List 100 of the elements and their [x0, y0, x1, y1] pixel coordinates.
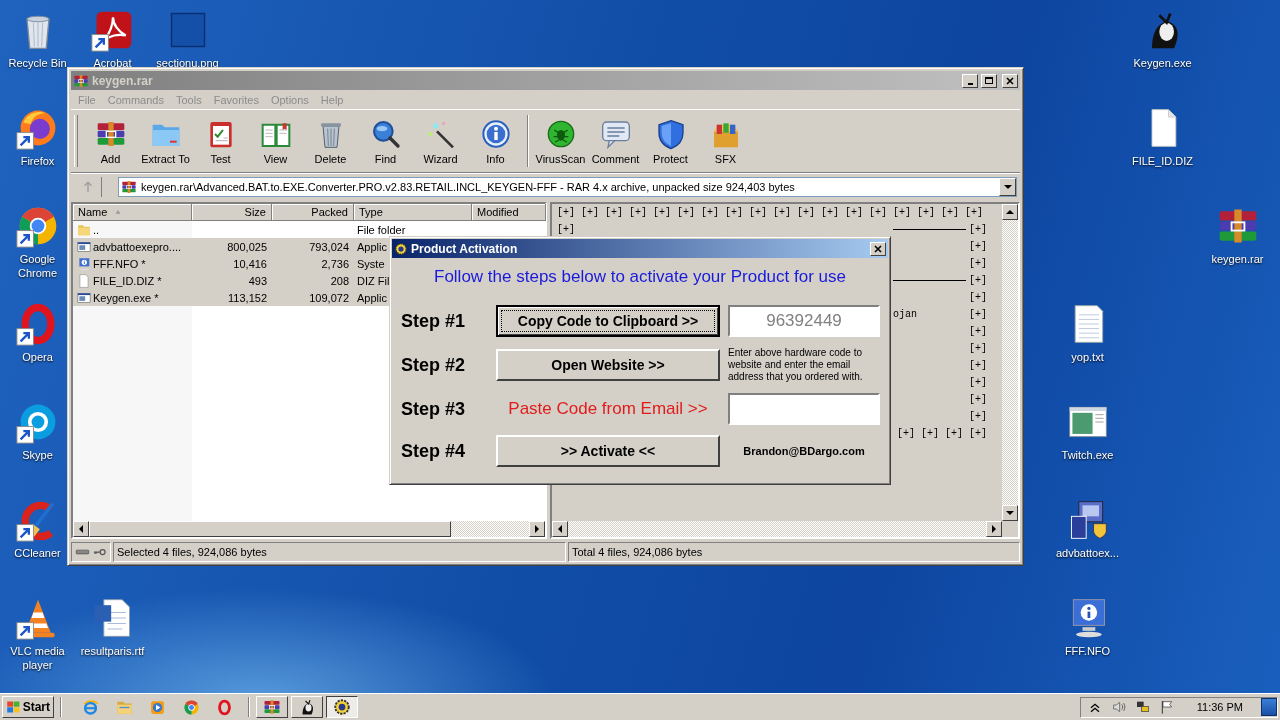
toolbar-button[interactable]: Wizard	[413, 115, 468, 167]
scroll-left-button[interactable]	[552, 521, 568, 537]
scroll-up-button[interactable]	[1002, 204, 1018, 220]
taskbar-button[interactable]	[325, 696, 358, 718]
icon-label: Skype	[22, 448, 53, 462]
action-button[interactable]: >> Activate <<	[496, 435, 720, 467]
file-name: FFF.NFO *	[93, 257, 146, 270]
text-line: [+]	[969, 410, 987, 424]
table-cell: File folder	[357, 223, 406, 236]
start-button[interactable]: Start	[2, 696, 54, 718]
toolbar-button[interactable]: SFX	[698, 115, 753, 167]
file-row[interactable]: .. File folder	[73, 221, 545, 238]
toolbar-button[interactable]: Protect	[643, 115, 698, 167]
toolbar-button[interactable]: View	[248, 115, 303, 167]
toolbar-button[interactable]: Extract To	[138, 115, 193, 167]
table-cell: 109,072	[309, 291, 349, 304]
input-field[interactable]: 96392449	[728, 305, 880, 337]
browser-icon[interactable]	[182, 698, 200, 716]
toolbar-button[interactable]: Test	[193, 115, 248, 167]
program-icon	[77, 239, 91, 254]
icon-label: Acrobat	[93, 56, 132, 70]
scroll-down-button[interactable]	[1002, 505, 1018, 521]
blank-file-icon	[77, 273, 91, 288]
windows-flag-icon	[6, 699, 21, 715]
file-name: Keygen.exe *	[93, 291, 159, 304]
step-label: Step #1	[401, 310, 467, 332]
action-button[interactable]: Copy Code to Clipboard >>	[496, 305, 720, 337]
scroll-left-button[interactable]	[73, 521, 89, 537]
icon-label: Twitch.exe	[1061, 448, 1114, 462]
table-cell: Applic	[357, 240, 387, 253]
media-player-icon[interactable]	[149, 698, 167, 716]
action-button[interactable]: Open Website >>	[496, 349, 720, 381]
step-label: Step #4	[401, 440, 467, 462]
text-line: [+]	[969, 291, 987, 305]
toolbar-button[interactable]: Find	[358, 115, 413, 167]
speaker-icon[interactable]	[1110, 699, 1127, 715]
text-line: [+]	[557, 223, 576, 237]
input-field[interactable]	[728, 393, 880, 425]
horizontal-scrollbar[interactable]	[552, 521, 1002, 537]
toolbar-button[interactable]: VirusScan	[533, 115, 588, 167]
icon-label: resultparis.rtf	[80, 644, 145, 658]
text-line: [+]	[969, 342, 987, 356]
file-name: FILE_ID.DIZ *	[93, 274, 162, 287]
scroll-right-button[interactable]	[986, 521, 1002, 537]
file-name: ..	[93, 223, 100, 236]
close-icon	[1005, 75, 1015, 86]
window-title: Product Activation	[411, 241, 518, 256]
icon-label: sectionu.png	[156, 56, 219, 70]
horizontal-scrollbar[interactable]	[73, 521, 545, 537]
close-button[interactable]	[870, 241, 886, 256]
text-line: [+] [+] [+] [+]	[897, 427, 987, 441]
toolbar-button[interactable]: Info	[468, 115, 523, 167]
table-cell: 208	[330, 274, 349, 287]
text-line: [+]	[969, 376, 987, 390]
vertical-scrollbar[interactable]	[1002, 204, 1018, 521]
ring-icon[interactable]	[216, 698, 234, 716]
column-header[interactable]: Size	[192, 204, 272, 221]
close-icon	[873, 243, 883, 254]
status-text: Total 4 files, 924,086 bytes	[572, 546, 703, 558]
network-icon[interactable]	[1134, 699, 1151, 715]
info-icon	[479, 117, 512, 150]
status-text: Selected 4 files, 924,086 bytes	[117, 546, 267, 558]
icon-label: Keygen.exe	[1133, 56, 1192, 70]
column-header[interactable]: Packed	[272, 204, 354, 221]
program-icon	[77, 290, 91, 305]
dropdown-button[interactable]	[999, 178, 1016, 196]
address-path: keygen.rar\Advanced.BAT.to.EXE.Converter.PRO.v2.83.RETAIL.INCL_KEYGEN-FFF - RAR 4.x archive, unpacked size 924,403 bytes	[141, 181, 795, 193]
icon-label: FFF.NFO	[1064, 644, 1111, 658]
gear-icon	[332, 698, 351, 716]
icon-label: Opera	[22, 350, 53, 364]
maximize-icon	[984, 75, 994, 86]
instruction-text: Paste Code from Email >>	[507, 399, 709, 419]
text-line: [+]	[969, 393, 987, 407]
text-line: [+]	[969, 223, 987, 237]
column-header[interactable]: Type	[354, 204, 472, 221]
text-line: [+]	[969, 325, 987, 339]
icon-label: VLC media player	[9, 644, 66, 672]
icon-label: keygen.rar	[1211, 252, 1264, 266]
table-cell: 800,025	[227, 240, 267, 253]
hint-text: Enter above hardware code to website and enter the email address that you ordered with.	[728, 347, 864, 383]
gear-icon	[394, 241, 408, 256]
archive-books-icon	[262, 698, 281, 716]
clock: 11:36 PM	[1196, 701, 1243, 713]
text-line: [+]	[969, 308, 987, 322]
step-label: Step #2	[401, 354, 467, 376]
column-header[interactable]: Modified	[472, 204, 546, 221]
toolbar-button[interactable]: Delete	[303, 115, 358, 167]
column-header[interactable]: Name	[73, 204, 192, 221]
table-cell: 2,736	[321, 257, 349, 270]
show-desktop-button[interactable]	[1261, 698, 1277, 716]
text-line: [+]	[969, 359, 987, 373]
scroll-right-button[interactable]	[529, 521, 545, 537]
info-monitor-icon	[77, 256, 91, 271]
toolbar-button[interactable]: Add	[83, 115, 138, 167]
step-label: Step #3	[401, 398, 467, 420]
address-field[interactable]: keygen.rar\Advanced.BAT.to.EXE.Converter.PRO.v2.83.RETAIL.INCL_KEYGEN-FFF - RAR 4.x archive, unpacked size 924,403 bytes	[118, 177, 1017, 197]
scrollbar-thumb[interactable]	[89, 521, 451, 537]
archive-books-icon	[121, 179, 137, 195]
toolbar-button[interactable]: Comment	[588, 115, 643, 167]
table-cell: 113,152	[228, 291, 267, 304]
